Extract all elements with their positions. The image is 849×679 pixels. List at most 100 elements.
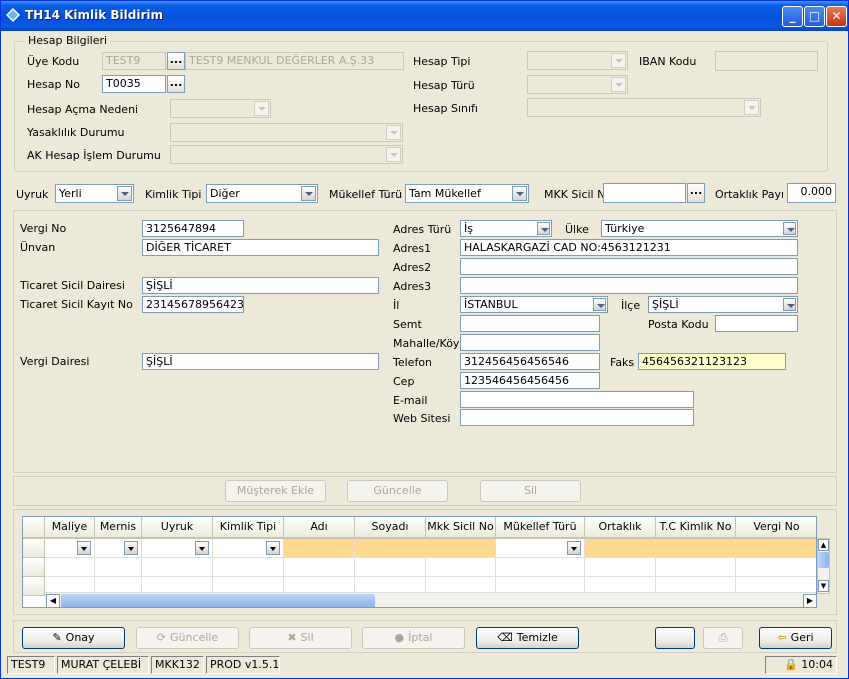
print-button[interactable]: ⎙: [703, 627, 743, 649]
table-cell[interactable]: [45, 539, 95, 558]
table-cell[interactable]: [284, 539, 355, 558]
iban-field[interactable]: [715, 51, 818, 71]
adres2-field[interactable]: [460, 258, 798, 275]
col-header-soyadi[interactable]: Soyadı: [355, 517, 426, 539]
scroll-right-icon[interactable]: ▶: [803, 594, 816, 607]
table-cell[interactable]: [656, 558, 736, 577]
scroll-up-icon[interactable]: ▲: [818, 539, 829, 551]
scroll-thumb[interactable]: [61, 594, 375, 607]
row-header[interactable]: [23, 577, 45, 596]
chevron-down-icon[interactable]: [567, 541, 581, 555]
chevron-down-icon[interactable]: [124, 541, 138, 555]
col-header-kimlik-tipi[interactable]: Kimlik Tipi: [213, 517, 284, 539]
hesap-turu-combo[interactable]: [527, 75, 628, 94]
table-cell[interactable]: [736, 558, 816, 577]
musterek-table[interactable]: Maliye Mernis Uyruk Kimlik Tipi Adı Soya…: [22, 516, 817, 608]
hesap-tipi-combo[interactable]: [527, 51, 628, 70]
table-cell[interactable]: [355, 539, 426, 558]
il-combo[interactable]: İSTANBUL: [460, 296, 608, 313]
telefon-field[interactable]: 312456456456546: [460, 353, 600, 370]
col-header-maliye[interactable]: Maliye: [45, 517, 95, 539]
table-cell[interactable]: [213, 539, 284, 558]
ak-hesap-combo[interactable]: [170, 145, 403, 164]
ticaret-sicil-dairesi-field[interactable]: ŞİŞLİ: [142, 277, 379, 294]
hesap-sinifi-combo[interactable]: [527, 98, 761, 117]
col-header-mkk-sicil[interactable]: Mkk Sicil No: [426, 517, 496, 539]
geri-button[interactable]: ⇦ Geri: [759, 627, 832, 649]
ortaklik-field[interactable]: 0.000: [787, 183, 836, 203]
minimize-button[interactable]: _: [782, 6, 803, 27]
table-cell[interactable]: [95, 539, 142, 558]
chevron-down-icon[interactable]: [77, 541, 91, 555]
vergi-no-field[interactable]: 3125647894: [142, 220, 244, 237]
table-cell[interactable]: [736, 539, 816, 558]
mkk-sicil-lookup-button[interactable]: ...: [687, 183, 705, 203]
col-header-tc-kimlik[interactable]: T.C Kimlik No: [656, 517, 736, 539]
table-cell[interactable]: [284, 558, 355, 577]
col-header-ortaklik[interactable]: Ortaklık: [585, 517, 656, 539]
table-cell[interactable]: [45, 558, 95, 577]
email-field[interactable]: [460, 391, 694, 408]
table-cell[interactable]: [142, 558, 213, 577]
unvan-field[interactable]: DİĞER TİCARET: [142, 239, 379, 256]
table-cell[interactable]: [142, 539, 213, 558]
uyruk-combo[interactable]: Yerli: [55, 184, 134, 203]
adres-turu-combo[interactable]: İş: [460, 220, 552, 237]
uye-kodu-lookup-button[interactable]: ...: [167, 52, 185, 70]
scroll-left-icon[interactable]: ◀: [46, 594, 60, 607]
table-cell[interactable]: [213, 558, 284, 577]
vergi-dairesi-field[interactable]: ŞİŞLİ: [142, 353, 379, 370]
kimlik-tipi-combo[interactable]: Diğer: [206, 184, 318, 203]
guncelle-action-button[interactable]: Güncelle: [347, 480, 448, 502]
chevron-down-icon[interactable]: [266, 541, 280, 555]
ulke-combo[interactable]: Türkiye: [601, 220, 798, 237]
ilce-combo[interactable]: ŞİŞLİ: [648, 296, 798, 313]
table-cell[interactable]: [426, 558, 496, 577]
maximize-button[interactable]: □: [804, 6, 825, 27]
blank-button[interactable]: [655, 627, 695, 649]
uye-adi-field[interactable]: TEST9 MENKUL DEĞERLER A.Ş.33: [185, 52, 404, 70]
musterek-ekle-button[interactable]: Müşterek Ekle: [225, 480, 326, 502]
vertical-scrollbar[interactable]: ▲ ▼: [817, 538, 830, 594]
yasaklilik-combo[interactable]: [170, 123, 403, 142]
ticaret-sicil-kayit-field[interactable]: 231456789564231: [142, 296, 244, 313]
table-cell[interactable]: [496, 558, 585, 577]
onay-button[interactable]: ✎ Onay: [22, 627, 125, 649]
row-header[interactable]: [23, 539, 45, 558]
sil-action-button[interactable]: Sil: [480, 480, 581, 502]
adres3-field[interactable]: [460, 277, 798, 294]
horizontal-scrollbar[interactable]: ◀ ▶: [45, 592, 816, 607]
table-cell[interactable]: [585, 558, 656, 577]
mahalle-field[interactable]: [460, 334, 600, 351]
iptal-button[interactable]: ● İptal: [362, 627, 465, 649]
title-bar[interactable]: TH14 Kimlik Bildirim _ □ ✕: [1, 1, 848, 31]
guncelle-button[interactable]: ⟳ Güncelle: [136, 627, 239, 649]
col-header-vergi-no[interactable]: Vergi No: [736, 517, 816, 539]
mkk-sicil-field[interactable]: [603, 183, 686, 203]
faks-field[interactable]: 456456321123123: [638, 353, 786, 370]
posta-kodu-field[interactable]: [715, 315, 798, 332]
web-field[interactable]: [460, 409, 694, 426]
scroll-thumb-vertical[interactable]: [818, 552, 829, 568]
table-cell[interactable]: [585, 539, 656, 558]
semt-field[interactable]: [460, 315, 600, 332]
mukellef-combo[interactable]: Tam Mükellef: [405, 184, 529, 203]
row-header[interactable]: [23, 558, 45, 577]
temizle-button[interactable]: ⌫ Temizle: [476, 627, 579, 649]
table-cell[interactable]: [355, 558, 426, 577]
scroll-down-icon[interactable]: ▼: [818, 580, 829, 592]
table-cell[interactable]: [426, 539, 496, 558]
chevron-down-icon[interactable]: [195, 541, 209, 555]
cep-field[interactable]: 123546456456456: [460, 372, 600, 389]
table-cell[interactable]: [95, 558, 142, 577]
col-header-adi[interactable]: Adı: [284, 517, 355, 539]
table-cell[interactable]: [656, 539, 736, 558]
sil-button[interactable]: ✖ Sil: [249, 627, 352, 649]
uye-kodu-field[interactable]: TEST9: [102, 52, 166, 70]
table-cell[interactable]: [496, 539, 585, 558]
close-button[interactable]: ✕: [826, 6, 847, 27]
hesap-no-lookup-button[interactable]: ...: [167, 75, 185, 93]
hesap-acma-nedeni-combo[interactable]: [170, 99, 271, 118]
hesap-no-field[interactable]: T0035: [102, 75, 166, 93]
col-header-mernis[interactable]: Mernis: [95, 517, 142, 539]
